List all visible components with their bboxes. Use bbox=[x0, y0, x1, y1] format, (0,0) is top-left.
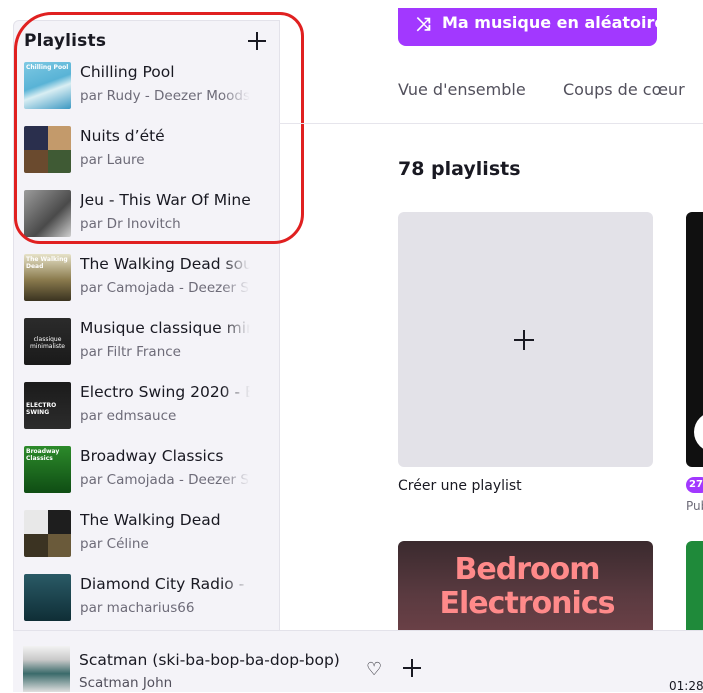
playlist-subtitle: par macharius66 bbox=[80, 600, 195, 616]
playlist-subtitle: par Camojada - Deezer S bbox=[80, 472, 250, 488]
plus-icon bbox=[514, 330, 534, 350]
tabs-row: Vue d'ensemble Coups de cœur bbox=[279, 70, 703, 124]
playlist-title: Chilling Pool bbox=[80, 63, 175, 81]
shuffle-icon: ⤨ bbox=[416, 14, 431, 35]
now-playing-artist[interactable]: Scatman John bbox=[79, 675, 172, 691]
playlist-item-electro-swing[interactable]: ELECTRO SWING Electro Swing 2020 - E par… bbox=[14, 379, 279, 443]
now-playing-cover[interactable] bbox=[23, 646, 70, 692]
cover-text: The Walking Dead bbox=[26, 256, 68, 270]
cover-text: Chilling Pool bbox=[26, 64, 69, 71]
shuffle-label: Ma musique en aléatoire bbox=[442, 13, 666, 32]
playlist-item-walking-dead-soundtrack[interactable]: The Walking Dead The Walking Dead sou pa… bbox=[14, 251, 279, 315]
playlist-item-musique-classique[interactable]: classique minimaliste Musique classique … bbox=[14, 315, 279, 379]
playlist-count-title: 78 playlists bbox=[398, 158, 521, 180]
playlist-item-the-walking-dead[interactable]: The Walking Dead par Céline bbox=[14, 507, 279, 571]
create-playlist-label[interactable]: Créer une playlist bbox=[398, 478, 522, 494]
playlist-title: Musique classique min bbox=[80, 319, 250, 337]
playlist-cover bbox=[24, 126, 71, 173]
cover-text: classique minimaliste bbox=[29, 336, 65, 350]
playlist-list: Chilling Pool Chilling Pool par Rudy - D… bbox=[14, 59, 279, 631]
panel-header: Playlists bbox=[24, 29, 269, 55]
playlist-cover bbox=[24, 574, 71, 621]
tab-overview[interactable]: Vue d'ensemble bbox=[398, 80, 526, 99]
playlist-card-partial[interactable] bbox=[686, 212, 703, 467]
playlist-subtitle: par Camojada - Deezer S bbox=[80, 280, 250, 296]
playlist-title: Broadway Classics bbox=[80, 447, 224, 465]
playlist-title: Nuits d’été bbox=[80, 127, 165, 145]
playlist-cover: classique minimaliste bbox=[24, 318, 71, 365]
playlist-item-nuits-dete[interactable]: Nuits d’été par Laure bbox=[14, 123, 279, 187]
playlist-item-diamond-city-radio[interactable]: Diamond City Radio - F par macharius66 bbox=[14, 571, 279, 631]
playlist-card-partial-green[interactable] bbox=[686, 541, 703, 631]
public-label: Pub bbox=[686, 499, 703, 513]
playlist-title: Electro Swing 2020 - E bbox=[80, 383, 250, 401]
playlist-subtitle: par Céline bbox=[80, 536, 149, 552]
shuffle-my-music-button[interactable]: ⤨ Ma musique en aléatoire bbox=[398, 8, 665, 46]
bedroom-card-text: Bedroom Electronics bbox=[439, 552, 616, 621]
tab-favorites[interactable]: Coups de cœur bbox=[563, 80, 685, 99]
playlist-subtitle: par Laure bbox=[80, 152, 145, 168]
playlist-cover: The Walking Dead bbox=[24, 254, 71, 301]
track-count-badge: 27 bbox=[686, 477, 703, 493]
playlist-title: The Walking Dead sou bbox=[80, 255, 250, 273]
playlist-subtitle: par Rudy - Deezer Moods bbox=[80, 88, 250, 104]
playlist-cover bbox=[24, 190, 71, 237]
playlist-title: Diamond City Radio - F bbox=[80, 575, 250, 593]
playlist-subtitle: par Dr Inovitch bbox=[80, 216, 181, 232]
heart-icon[interactable]: ♡ bbox=[366, 659, 382, 680]
playlist-item-chilling-pool[interactable]: Chilling Pool Chilling Pool par Rudy - D… bbox=[14, 59, 279, 123]
add-playlist-icon[interactable] bbox=[245, 29, 269, 53]
playlist-cover: Chilling Pool bbox=[24, 62, 71, 109]
playlist-cover bbox=[24, 510, 71, 557]
playlist-item-broadway-classics[interactable]: Broadway Classics Broadway Classics par … bbox=[14, 443, 279, 507]
cover-text: Broadway Classics bbox=[26, 448, 60, 462]
bedroom-electronics-card[interactable]: Bedroom Electronics bbox=[398, 541, 653, 631]
now-playing-title[interactable]: Scatman (ski-ba-bop-ba-dop-bop) bbox=[79, 651, 340, 669]
playlist-cover: ELECTRO SWING bbox=[24, 382, 71, 429]
playlist-cover: Broadway Classics bbox=[24, 446, 71, 493]
playlist-item-this-war-of-mine[interactable]: Jeu - This War Of Mine par Dr Inovitch bbox=[14, 187, 279, 251]
playlist-title: Jeu - This War Of Mine bbox=[80, 191, 250, 209]
playlist-subtitle: par edmsauce bbox=[80, 408, 177, 424]
player-bar: Scatman (ski-ba-bop-ba-dop-bop) Scatman … bbox=[13, 630, 703, 693]
create-playlist-card[interactable] bbox=[398, 212, 653, 467]
playlist-title: The Walking Dead bbox=[80, 511, 221, 529]
panel-title: Playlists bbox=[24, 31, 107, 51]
add-to-playlist-icon[interactable] bbox=[403, 659, 421, 677]
play-button-partial[interactable] bbox=[694, 412, 703, 452]
playlists-panel: Playlists Chilling Pool Chilling Pool pa… bbox=[13, 20, 280, 631]
cover-text: ELECTRO SWING bbox=[26, 402, 57, 416]
playlist-subtitle: par Filtr France bbox=[80, 344, 181, 360]
